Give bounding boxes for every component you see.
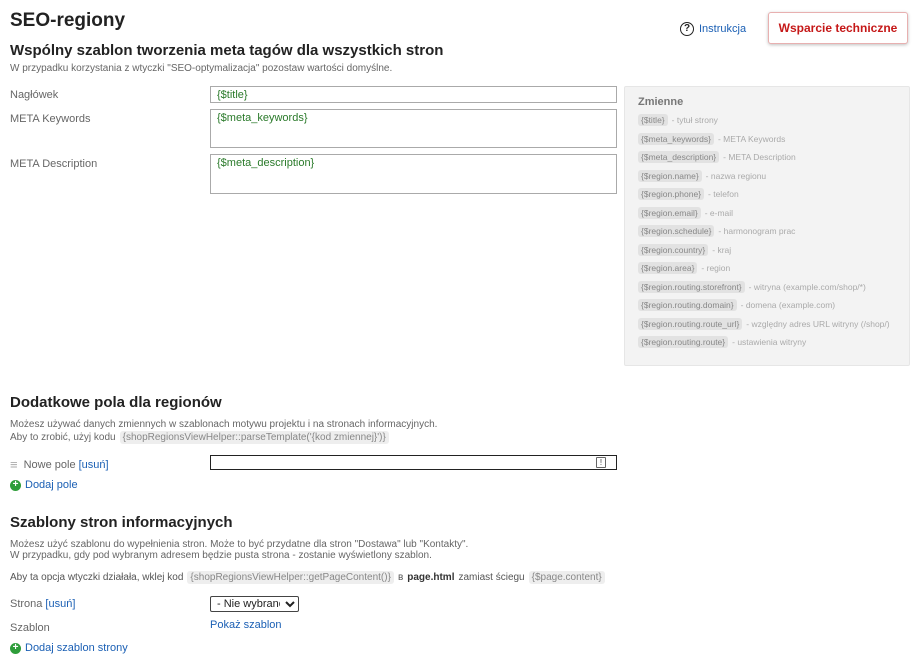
variable-code: {$title}	[638, 114, 668, 127]
header-field-input[interactable]: {$title}	[210, 86, 617, 103]
template-label: Szablon	[10, 622, 50, 634]
variable-desc: - tytuł strony	[671, 115, 718, 126]
page-html-filename: page.html	[407, 572, 455, 583]
variable-desc: - harmonogram prac	[718, 226, 796, 237]
meta-description-label: META Description	[10, 158, 98, 170]
plus-icon: +	[10, 479, 21, 491]
page-row: Strona [usuń]	[10, 598, 75, 610]
extra-fields-line2-text: Aby to zrobić, użyj kodu	[10, 432, 116, 443]
variable-code: {$region.routing.route_url}	[638, 317, 743, 330]
variable-desc: - domena (example.com)	[740, 300, 836, 311]
variable-code: {$region.routing.storefront}	[638, 280, 745, 293]
remove-field-link[interactable]: [usuń]	[79, 459, 109, 471]
extra-fields-line1: Możesz używać danych zmiennych w szablon…	[10, 419, 438, 430]
variable-desc: - kraj	[712, 244, 732, 255]
info-templates-line1: Możesz użyć szablonu do wypełnienia stro…	[10, 539, 469, 550]
variable-row: {$region.routing.storefront} - witryna (e…	[638, 278, 896, 297]
variable-row: {$region.area} - region	[638, 259, 896, 278]
variable-desc: - region	[701, 263, 731, 274]
plus-icon: +	[10, 642, 21, 654]
new-field-row: ≡ Nowe pole [usuń]	[10, 457, 109, 472]
variables-panel: Zmienne {$title} - tytuł strony {$meta_ke…	[624, 86, 910, 366]
variable-desc: - nazwa regionu	[705, 170, 767, 181]
variable-code: {$region.name}	[638, 169, 702, 182]
instruction-link[interactable]: ? Instrukcja	[680, 22, 746, 36]
variable-code: {$region.area}	[638, 262, 698, 275]
variable-row: {$title} - tytuł strony	[638, 111, 896, 130]
variable-row: {$meta_description} - META Description	[638, 148, 896, 167]
variable-code: {$meta_description}	[638, 151, 720, 164]
variables-title: Zmienne	[638, 96, 684, 108]
variable-row: {$region.phone} - telefon	[638, 185, 896, 204]
meta-section-note: W przypadku korzystania z wtyczki "SEO-o…	[10, 63, 393, 74]
extra-fields-heading: Dodatkowe pola dla regionów	[10, 394, 222, 411]
variable-code: {$region.schedule}	[638, 225, 715, 238]
variable-desc: - względny adres URL witryny (/shop/)	[746, 318, 890, 329]
field-settings-icon[interactable]: !	[596, 457, 606, 468]
page-title: SEO-regiony	[10, 10, 126, 31]
variable-row: {$region.name} - nazwa regionu	[638, 167, 896, 186]
meta-keywords-textarea[interactable]: {$meta_keywords}	[210, 109, 617, 148]
info-templates-line2: W przypadku, gdy pod wybranym adresem bę…	[10, 550, 432, 561]
variable-desc: - witryna (example.com/shop/*)	[748, 281, 866, 292]
support-button[interactable]: Wsparcie techniczne	[768, 12, 908, 44]
add-page-template-label[interactable]: Dodaj szablon strony	[25, 642, 128, 654]
variable-desc: - META Description	[723, 152, 796, 163]
variable-code: {$region.email}	[638, 206, 701, 219]
remove-page-link[interactable]: [usuń]	[45, 598, 75, 610]
variable-desc: - telefon	[708, 189, 739, 200]
instruction-label[interactable]: Instrukcja	[699, 23, 746, 35]
meta-keywords-label: META Keywords	[10, 113, 91, 125]
question-icon: ?	[680, 22, 694, 36]
drag-handle-icon[interactable]: ≡	[10, 457, 18, 472]
page-label: Strona	[10, 598, 43, 610]
extra-fields-line2: Aby to zrobić, użyj kodu {shopRegionsVie…	[10, 431, 389, 444]
new-field-input[interactable]: !	[210, 455, 617, 470]
paste-suffix: zamiast ściegu	[458, 572, 525, 583]
variable-row: {$region.email} - e-mail	[638, 204, 896, 223]
new-field-label: Nowe pole	[23, 458, 76, 471]
info-templates-heading: Szablony stron informacyjnych	[10, 514, 233, 531]
paste-mid: в	[397, 572, 404, 583]
variable-row: {$region.routing.route} - ustawienia witr…	[638, 333, 896, 352]
variable-desc: - META Keywords	[717, 133, 786, 144]
add-page-template-link[interactable]: + Dodaj szablon strony	[10, 642, 128, 654]
variable-row: {$region.routing.domain} - domena (exampl…	[638, 296, 896, 315]
parse-template-code: {shopRegionsViewHelper::parseTemplate('{…	[119, 431, 389, 444]
variable-code: {$meta_keywords}	[638, 132, 714, 145]
variable-code: {$region.country}	[638, 243, 709, 256]
variable-code: {$region.routing.route}	[638, 336, 729, 349]
get-page-content-code: {shopRegionsViewHelper::getPageContent()…	[187, 571, 394, 584]
paste-instructions: Aby ta opcja wtyczki działała, wklej kod…	[10, 571, 605, 584]
add-field-label[interactable]: Dodaj pole	[25, 479, 78, 491]
paste-prefix: Aby ta opcja wtyczki działała, wklej kod	[10, 572, 184, 583]
page-content-code: {$page.content}	[528, 571, 605, 584]
variable-desc: - e-mail	[704, 207, 734, 218]
header-field-label: Nagłówek	[10, 89, 59, 101]
variable-row: {$meta_keywords} - META Keywords	[638, 130, 896, 149]
variable-desc: - ustawienia witryny	[732, 337, 807, 348]
add-field-link[interactable]: + Dodaj pole	[10, 479, 78, 491]
variable-row: {$region.routing.route_url} - względny ad…	[638, 315, 896, 334]
variable-row: {$region.country} - kraj	[638, 241, 896, 260]
variable-row: {$region.schedule} - harmonogram prac	[638, 222, 896, 241]
variable-code: {$region.phone}	[638, 188, 705, 201]
meta-description-textarea[interactable]: {$meta_description}	[210, 154, 617, 194]
show-template-link[interactable]: Pokaż szablon	[210, 619, 282, 631]
page-select[interactable]: - Nie wybrano -	[210, 596, 299, 612]
meta-section-heading: Wspólny szablon tworzenia meta tagów dla…	[10, 42, 444, 59]
variable-code: {$region.routing.domain}	[638, 299, 737, 312]
